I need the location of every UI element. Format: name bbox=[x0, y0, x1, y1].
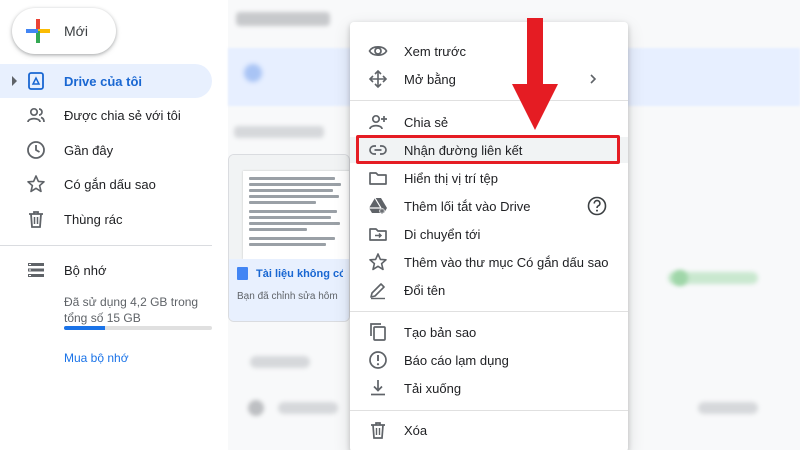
menu-item-label: Thêm lối tắt vào Drive bbox=[404, 198, 531, 214]
eye-icon bbox=[368, 46, 388, 56]
menu-item-label: Đổi tên bbox=[404, 282, 446, 298]
menu-item-open-with[interactable]: Mở bằng bbox=[350, 66, 628, 92]
sidebar-item-label: Drive của tôi bbox=[64, 73, 143, 89]
storage-icon bbox=[28, 263, 44, 277]
trash-icon bbox=[29, 211, 43, 228]
move-to-folder-icon bbox=[369, 228, 387, 241]
menu-item-delete[interactable]: Xóa bbox=[350, 417, 628, 443]
menu-item-download[interactable]: Tải xuống bbox=[350, 375, 628, 401]
menu-item-label: Xóa bbox=[404, 422, 428, 438]
menu-item-make-copy[interactable]: Tạo bản sao bbox=[350, 319, 628, 345]
help-icon[interactable] bbox=[586, 195, 608, 217]
chevron-right-icon bbox=[590, 74, 597, 84]
context-menu: Xem trước Mở bằng Chia sẻ Nhận đường liê… bbox=[350, 22, 628, 450]
storage-progress-fill bbox=[64, 326, 106, 330]
storage-progress-bar bbox=[64, 326, 212, 330]
menu-item-label: Hiển thị vị trí tệp bbox=[404, 170, 498, 186]
menu-item-preview[interactable]: Xem trước bbox=[350, 38, 628, 64]
menu-separator bbox=[350, 410, 628, 411]
file-name-text: Tài liệu không có bbox=[256, 267, 343, 280]
expand-caret-icon[interactable] bbox=[12, 76, 17, 86]
folder-icon bbox=[369, 172, 387, 185]
copy-icon bbox=[370, 323, 386, 341]
trash-icon bbox=[371, 422, 385, 439]
sidebar-item-my-drive[interactable]: Drive của tôi bbox=[0, 64, 212, 98]
file-card-info: Tài liệu không có Bạn đã chỉnh sửa hôm bbox=[229, 259, 349, 321]
sidebar-item-recent[interactable]: Gần đây bbox=[0, 133, 212, 167]
section-heading-blurred bbox=[234, 126, 324, 138]
list-row-blurred bbox=[278, 402, 338, 414]
new-button[interactable]: Mới bbox=[12, 8, 116, 54]
move-arrows-icon bbox=[368, 69, 388, 89]
red-arrow-icon bbox=[512, 18, 558, 130]
download-icon bbox=[371, 380, 385, 396]
report-icon bbox=[369, 351, 387, 369]
pencil-icon bbox=[370, 283, 385, 300]
menu-item-show-file-location[interactable]: Hiển thị vị trí tệp bbox=[350, 165, 628, 191]
sidebar-item-label: Gần đây bbox=[64, 142, 114, 158]
list-row-blurred-2 bbox=[698, 402, 758, 414]
file-card[interactable]: Tài liệu không có Bạn đã chỉnh sửa hôm bbox=[228, 154, 350, 322]
highlight-box bbox=[356, 135, 620, 164]
sidebar-item-storage[interactable]: Bộ nhớ bbox=[0, 253, 212, 287]
list-avatar-blurred bbox=[248, 400, 264, 416]
shared-icon bbox=[27, 107, 45, 123]
menu-item-label: Xem trước bbox=[404, 43, 467, 59]
document-preview bbox=[243, 171, 349, 259]
sidebar: Mới Drive của tôi Được chia sẻ với tôi G… bbox=[0, 0, 228, 450]
storage-usage-text: Đã sử dụng 4,2 GB trong tổng số 15 GB bbox=[64, 295, 199, 325]
sidebar-item-label: Có gắn dấu sao bbox=[64, 176, 156, 192]
menu-item-label: Chia sẻ bbox=[404, 114, 449, 130]
star-icon bbox=[369, 253, 387, 271]
file-subtitle: Bạn đã chỉnh sửa hôm bbox=[237, 291, 338, 302]
plus-icon bbox=[26, 19, 50, 43]
menu-item-label: Mở bằng bbox=[404, 71, 456, 87]
menu-item-label: Tải xuống bbox=[404, 380, 462, 396]
clock-icon bbox=[27, 141, 45, 159]
doc-icon bbox=[237, 267, 248, 280]
sidebar-divider bbox=[0, 245, 212, 246]
menu-item-rename[interactable]: Đổi tên bbox=[350, 277, 628, 303]
new-button-label: Mới bbox=[64, 23, 88, 39]
list-heading-blurred bbox=[250, 356, 310, 368]
menu-item-label: Tạo bản sao bbox=[404, 324, 477, 340]
menu-item-add-shortcut[interactable]: Thêm lối tắt vào Drive bbox=[350, 193, 628, 219]
file-name: Tài liệu không có bbox=[237, 267, 343, 280]
sidebar-item-starred[interactable]: Có gắn dấu sao bbox=[0, 167, 212, 201]
menu-item-label: Di chuyển tới bbox=[404, 226, 481, 242]
drive-shortcut-icon bbox=[369, 197, 387, 214]
sidebar-item-label: Bộ nhớ bbox=[64, 262, 107, 278]
my-drive-icon bbox=[28, 72, 44, 90]
menu-item-report-abuse[interactable]: Báo cáo lạm dụng bbox=[350, 347, 628, 373]
sidebar-item-label: Được chia sẻ với tôi bbox=[64, 107, 181, 123]
menu-separator bbox=[350, 311, 628, 312]
star-icon bbox=[27, 175, 45, 193]
buy-storage-link[interactable]: Mua bộ nhớ bbox=[64, 351, 129, 365]
page-title-blurred bbox=[236, 12, 330, 26]
sidebar-item-label: Thùng rác bbox=[64, 211, 123, 227]
add-person-icon bbox=[369, 114, 387, 130]
menu-separator bbox=[350, 100, 628, 101]
menu-item-label: Thêm vào thư mục Có gắn dấu sao bbox=[404, 254, 609, 270]
menu-item-label: Báo cáo lạm dụng bbox=[404, 352, 509, 368]
menu-item-share[interactable]: Chia sẻ bbox=[350, 109, 628, 135]
sidebar-item-trash[interactable]: Thùng rác bbox=[0, 202, 212, 236]
sidebar-item-shared-with-me[interactable]: Được chia sẻ với tôi bbox=[0, 98, 212, 132]
menu-item-add-to-starred[interactable]: Thêm vào thư mục Có gắn dấu sao bbox=[350, 249, 628, 275]
menu-item-move-to[interactable]: Di chuyển tới bbox=[350, 221, 628, 247]
side-card-icon-blurred bbox=[672, 270, 688, 286]
file-thumbnail bbox=[229, 155, 349, 259]
